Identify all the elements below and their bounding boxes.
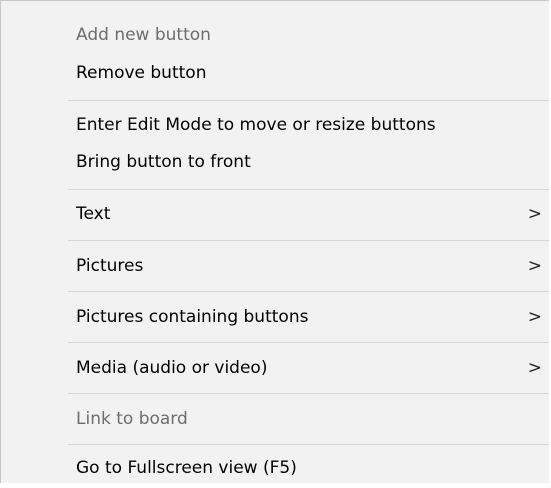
- menu-item-label: Add new button: [76, 25, 211, 45]
- chevron-right-icon: >: [527, 204, 542, 224]
- menu-item-label: Text: [76, 204, 111, 224]
- menu-separator: [68, 444, 549, 445]
- menu-item-fullscreen-view[interactable]: Go to Fullscreen view (F5): [76, 448, 549, 488]
- menu-item-label: Enter Edit Mode to move or resize button…: [76, 115, 436, 135]
- menu-item-add-new-button[interactable]: Add new button: [76, 15, 549, 55]
- menu-item-label: Pictures containing buttons: [76, 307, 309, 327]
- menu-item-label: Media (audio or video): [76, 358, 268, 378]
- menu-item-label: Go to Fullscreen view (F5): [76, 458, 297, 478]
- menu-item-label: Remove button: [76, 63, 207, 83]
- menu-item-pictures[interactable]: Pictures >: [76, 246, 549, 286]
- menu-separator: [68, 342, 549, 343]
- menu-item-remove-button[interactable]: Remove button: [76, 53, 549, 93]
- menu-item-label: Pictures: [76, 256, 144, 276]
- menu-separator: [68, 393, 549, 394]
- menu-separator: [68, 100, 549, 101]
- menu-separator: [68, 291, 549, 292]
- menu-item-label: Link to board: [76, 409, 188, 429]
- menu-separator: [68, 240, 549, 241]
- context-menu: Add new button Remove button Enter Edit …: [0, 0, 549, 483]
- menu-item-link-to-board[interactable]: Link to board: [76, 399, 549, 439]
- chevron-right-icon: >: [527, 307, 542, 327]
- menu-item-bring-to-front[interactable]: Bring button to front: [76, 142, 549, 182]
- menu-separator: [68, 189, 549, 190]
- chevron-right-icon: >: [527, 256, 542, 276]
- menu-item-label: Bring button to front: [76, 152, 251, 172]
- menu-item-pictures-containing-buttons[interactable]: Pictures containing buttons >: [76, 297, 549, 337]
- menu-item-enter-edit-mode[interactable]: Enter Edit Mode to move or resize button…: [76, 105, 549, 145]
- menu-item-text[interactable]: Text >: [76, 194, 549, 234]
- menu-item-media[interactable]: Media (audio or video) >: [76, 348, 549, 388]
- chevron-right-icon: >: [527, 358, 542, 378]
